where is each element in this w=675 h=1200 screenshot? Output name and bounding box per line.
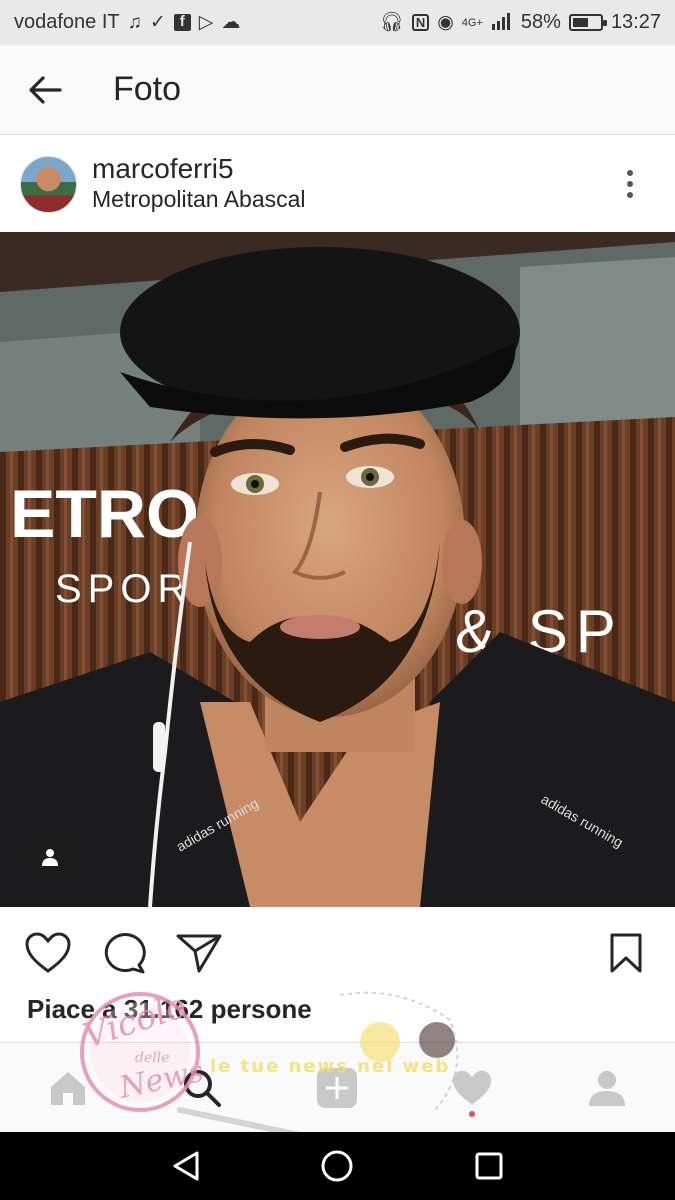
share-button[interactable]	[174, 928, 224, 978]
nav-add[interactable]	[312, 1063, 362, 1113]
arrow-left-icon	[29, 75, 62, 104]
more-options-button[interactable]	[615, 166, 645, 202]
network-type: 4G+	[461, 16, 483, 29]
facebook-icon: f	[173, 14, 191, 31]
post-actions	[0, 908, 675, 994]
add-icon	[317, 1068, 357, 1108]
battery-icon	[568, 14, 607, 31]
person-icon	[42, 849, 58, 866]
save-button[interactable]	[601, 928, 651, 978]
dot	[627, 192, 633, 198]
eye-icon: ◉	[437, 12, 454, 33]
page-title: Foto	[113, 70, 182, 108]
post-photo[interactable]: ETRO LI SPORT & SP adidas running adidas…	[0, 232, 675, 907]
battery-level	[572, 18, 588, 27]
nav-home[interactable]	[43, 1063, 93, 1113]
notification-dot	[469, 1111, 475, 1117]
system-home-button[interactable]	[307, 1136, 367, 1196]
back-button[interactable]	[0, 45, 90, 135]
status-bar: vodafone IT ♫ ✓ f ▷ ☁ 🎧︎ N ◉ 4G+ 58% 13:…	[0, 0, 675, 45]
system-nav-bar	[0, 1132, 675, 1200]
comment-button[interactable]	[99, 928, 149, 978]
share-icon	[176, 934, 222, 973]
nav-activity[interactable]	[447, 1063, 497, 1113]
post-header: marcoferri5 Metropolitan Abascal	[0, 136, 675, 232]
nav-profile[interactable]	[582, 1063, 632, 1113]
likes-count[interactable]: Piace a 31.162 persone	[27, 994, 312, 1025]
clock: 13:27	[610, 11, 661, 33]
triangle-back-icon	[173, 1151, 199, 1181]
system-recents-button[interactable]	[459, 1136, 519, 1196]
comment-icon	[104, 933, 146, 974]
activity-heart-icon	[452, 1070, 492, 1105]
dot	[627, 181, 633, 187]
photo-illustration: ETRO LI SPORT & SP adidas running adidas…	[0, 232, 675, 907]
download-done-icon: ✓	[149, 12, 166, 33]
post-location[interactable]: Metropolitan Abascal	[92, 185, 306, 215]
carrier-label: vodafone IT	[14, 11, 120, 33]
music-note-icon: ♫	[127, 12, 142, 33]
home-icon	[51, 1072, 85, 1105]
headphones-icon: 🎧︎	[379, 12, 404, 33]
battery-percent: 58%	[520, 11, 561, 33]
search-icon	[184, 1070, 221, 1107]
square-recents-icon	[475, 1152, 503, 1180]
like-button[interactable]	[23, 928, 73, 978]
dot	[627, 170, 633, 176]
avatar[interactable]	[20, 155, 77, 213]
bookmark-icon	[610, 933, 642, 973]
nav-search[interactable]	[177, 1063, 227, 1113]
post-username[interactable]: marcoferri5	[92, 153, 306, 185]
cloud-icon: ☁	[221, 12, 241, 33]
app-bar: Foto	[0, 45, 675, 135]
play-store-icon: ▷	[198, 12, 214, 33]
tagged-users-button[interactable]	[26, 833, 74, 881]
heart-icon	[25, 932, 71, 973]
nfc-icon: N	[411, 14, 430, 31]
profile-icon	[589, 1071, 625, 1106]
circle-home-icon	[321, 1150, 353, 1182]
system-back-button[interactable]	[156, 1136, 216, 1196]
signal-icon	[491, 12, 513, 34]
bottom-nav	[0, 1042, 675, 1132]
